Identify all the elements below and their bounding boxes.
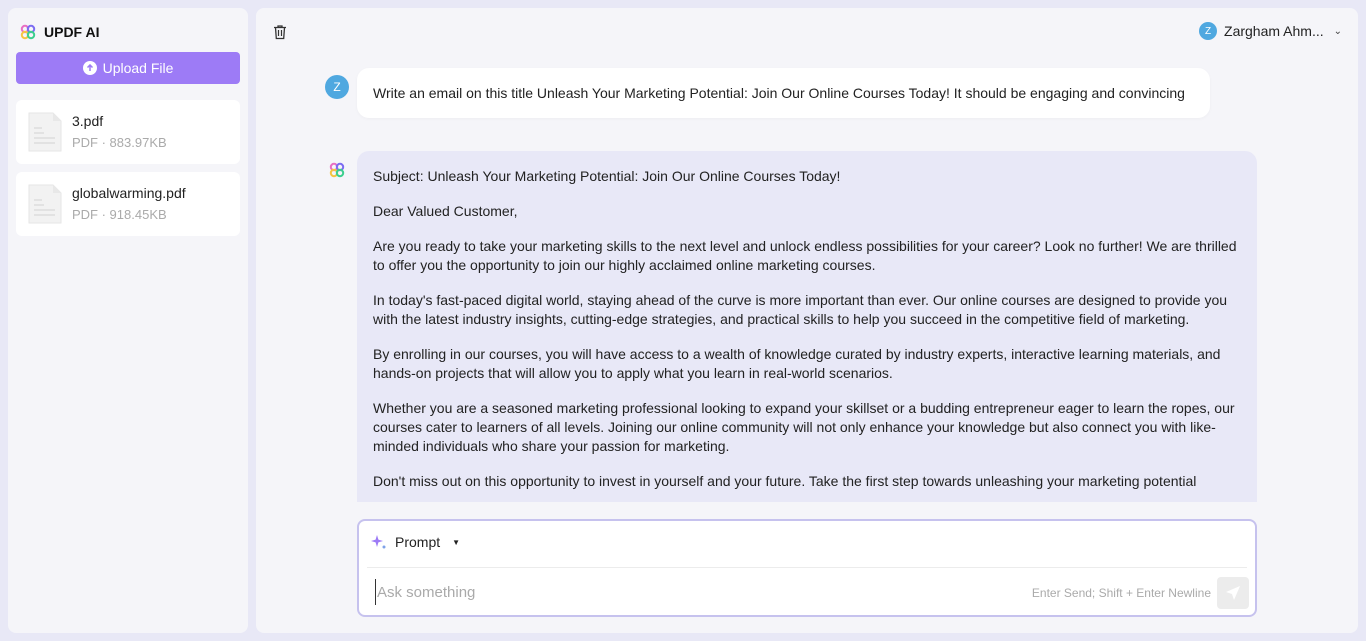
user-name: Zargham Ahm... — [1224, 23, 1324, 39]
upload-file-label: Upload File — [102, 60, 174, 76]
ai-paragraph: Subject: Unleash Your Marketing Potentia… — [373, 168, 841, 184]
send-icon — [1226, 586, 1240, 600]
ai-paragraph: By enrolling in our courses, you will ha… — [373, 346, 1221, 381]
brand-name: UPDF AI — [44, 24, 100, 40]
updf-logo-icon — [20, 24, 36, 40]
message-avatar: Z — [325, 75, 349, 99]
upload-arrow-icon — [82, 61, 97, 75]
chat-panel: Z Zargham Ahm... ⌄ Z Write an email on t… — [256, 8, 1358, 633]
chevron-down-icon: ⌄ — [1333, 25, 1342, 37]
sparkle-icon — [371, 535, 386, 549]
file-item[interactable]: globalwarming.pdf PDF · 918.45KB — [16, 172, 240, 236]
file-meta: PDF · 883.97KB — [72, 135, 167, 150]
user-avatar: Z — [1199, 22, 1218, 40]
keyboard-hint: Enter Send; Shift + Enter Newline — [1031, 586, 1211, 600]
ai-paragraph: In today's fast-paced digital world, sta… — [373, 292, 1228, 327]
composer: Prompt ▼ Enter Send; Shift + Enter Newli… — [357, 519, 1257, 617]
caret-down-icon: ▼ — [452, 537, 461, 547]
prompt-mode-dropdown[interactable]: Prompt ▼ — [371, 534, 460, 550]
sidebar: UPDF AI Upload File 3.pdf PDF · 883.97KB… — [8, 8, 248, 633]
document-icon — [28, 112, 62, 152]
chat-scroll-area[interactable]: Z Zargham Ahm... ⌄ Z Write an email on t… — [256, 8, 1358, 502]
file-name: globalwarming.pdf — [72, 185, 186, 201]
ai-paragraph: Dear Valued Customer, — [373, 203, 518, 219]
document-icon — [28, 184, 62, 224]
user-message: Write an email on this title Unleash You… — [357, 68, 1210, 118]
composer-divider — [367, 567, 1247, 568]
file-meta: PDF · 918.45KB — [72, 207, 167, 222]
ai-paragraph: Are you ready to take your marketing ski… — [373, 238, 1237, 273]
trash-icon[interactable] — [272, 24, 288, 40]
ai-paragraph: Don't miss out on this opportunity to in… — [373, 473, 1197, 489]
ai-logo-icon — [329, 162, 345, 178]
ask-input[interactable] — [375, 579, 995, 605]
brand: UPDF AI — [20, 24, 99, 40]
send-button[interactable] — [1217, 577, 1249, 609]
upload-file-button[interactable]: Upload File — [16, 52, 240, 84]
prompt-mode-label: Prompt — [395, 534, 441, 550]
file-name: 3.pdf — [72, 113, 104, 129]
ai-paragraph: Whether you are a seasoned marketing pro… — [373, 400, 1235, 454]
ai-response: Subject: Unleash Your Marketing Potentia… — [357, 151, 1257, 502]
user-menu[interactable]: Z Zargham Ahm... ⌄ — [1199, 22, 1342, 40]
file-item[interactable]: 3.pdf PDF · 883.97KB — [16, 100, 240, 164]
